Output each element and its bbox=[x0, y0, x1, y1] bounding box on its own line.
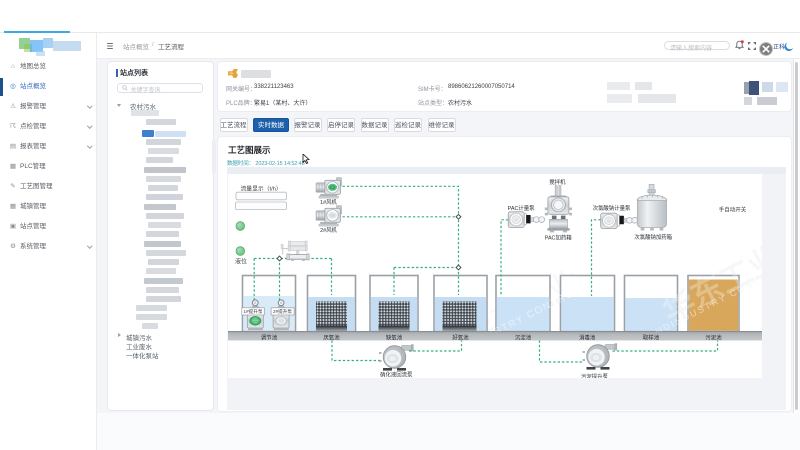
svg-text:1#提升泵: 1#提升泵 bbox=[243, 308, 262, 315]
svg-text:流量显示（t/h）: 流量显示（t/h） bbox=[240, 185, 281, 193]
svg-text:1#风机: 1#风机 bbox=[320, 198, 337, 206]
svg-text:PAC加药箱: PAC加药箱 bbox=[544, 234, 571, 242]
svg-text:PAC计量泵: PAC计量泵 bbox=[507, 204, 534, 212]
svg-text:取样池: 取样池 bbox=[642, 333, 659, 341]
svg-text:沉淀池: 沉淀池 bbox=[514, 333, 531, 341]
svg-text:消毒池: 消毒池 bbox=[579, 333, 596, 341]
svg-text:手自动开关: 手自动开关 bbox=[718, 206, 746, 214]
svg-text:硝化液回流泵: 硝化液回流泵 bbox=[380, 371, 413, 378]
svg-text:次氯酸钠计量泵: 次氯酸钠计量泵 bbox=[592, 204, 630, 212]
svg-text:缺氧池: 缺氧池 bbox=[385, 333, 402, 341]
svg-text:液位: 液位 bbox=[235, 258, 247, 266]
svg-text:2#风机: 2#风机 bbox=[320, 226, 337, 234]
svg-text:污泥池: 污泥池 bbox=[705, 333, 722, 341]
svg-text:污泥提升泵: 污泥提升泵 bbox=[581, 372, 609, 378]
svg-text:好氧池: 好氧池 bbox=[452, 333, 469, 341]
svg-text:调节池: 调节池 bbox=[260, 333, 277, 341]
svg-text:2#提升泵: 2#提升泵 bbox=[273, 308, 292, 315]
svg-text:厌氧池: 厌氧池 bbox=[323, 333, 340, 341]
svg-text:次氯酸钠加药箱: 次氯酸钠加药箱 bbox=[634, 233, 672, 241]
svg-text:搅拌机: 搅拌机 bbox=[549, 178, 566, 186]
